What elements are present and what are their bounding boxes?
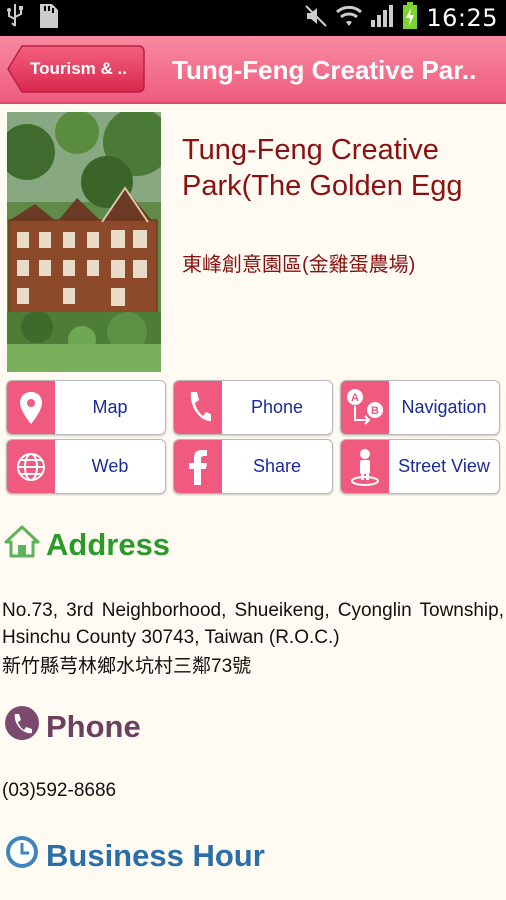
battery-charging-icon [402, 1, 418, 35]
street-view-button-label: Street View [398, 456, 490, 476]
address-text: No.73, 3rd Neighborhood, Shueikeng, Cyon… [2, 600, 504, 648]
business-hour-heading: Business Hour [4, 834, 265, 878]
map-button[interactable]: Map [6, 380, 166, 435]
web-button[interactable]: Web [6, 439, 166, 494]
phone-heading: Phone [4, 705, 141, 749]
svg-text:B: B [371, 405, 379, 417]
street-view-icon [341, 440, 389, 493]
phone-number[interactable]: (03)592-8686 [2, 780, 116, 802]
mute-icon [304, 4, 328, 33]
sd-card-icon [36, 3, 60, 34]
svg-text:A: A [351, 392, 359, 404]
web-button-label: Web [91, 456, 129, 476]
business-hour-heading-text: Business Hour [46, 838, 265, 873]
navigation-icon: AB [341, 381, 389, 434]
back-button-label: Tourism & .. [30, 59, 127, 78]
signal-icon [370, 4, 394, 33]
address-heading: Address [4, 524, 170, 566]
status-bar: 16:25 [0, 0, 506, 36]
status-time: 16:25 [426, 4, 498, 32]
phone-button[interactable]: Phone [173, 380, 333, 435]
share-button-label: Share [252, 456, 302, 476]
place-name-en: Tung-Feng Creative Park(The Golden Egg [182, 134, 463, 202]
address-text-zh: 新竹縣芎林鄉水坑村三鄰73號 [2, 656, 252, 677]
phone-heading-text: Phone [46, 709, 141, 744]
navigation-button[interactable]: AB Navigation [340, 380, 500, 435]
home-icon [4, 524, 40, 566]
usb-icon [6, 3, 24, 34]
place-photo [7, 112, 161, 372]
wifi-icon [336, 4, 363, 33]
navigation-button-label: Navigation [401, 397, 487, 417]
address-heading-text: Address [46, 527, 171, 562]
map-button-label: Map [92, 397, 128, 417]
phone-circle-icon [4, 705, 40, 749]
share-button[interactable]: Share [173, 439, 333, 494]
facebook-icon [174, 440, 222, 493]
screen-title: Tung-Feng Creative Par.. [172, 55, 477, 85]
street-view-button[interactable]: Street View [340, 439, 500, 494]
phone-button-label: Phone [250, 397, 304, 417]
phone-icon [174, 381, 222, 434]
action-bar: Tourism & .. Tung-Feng Creative Par.. [0, 36, 506, 104]
place-name-zh: 東峰創意園區(金雞蛋農場) [182, 254, 416, 276]
clock-icon [4, 834, 40, 878]
globe-icon [7, 440, 55, 493]
back-button[interactable]: Tourism & .. [6, 44, 146, 94]
map-pin-icon [7, 381, 55, 434]
